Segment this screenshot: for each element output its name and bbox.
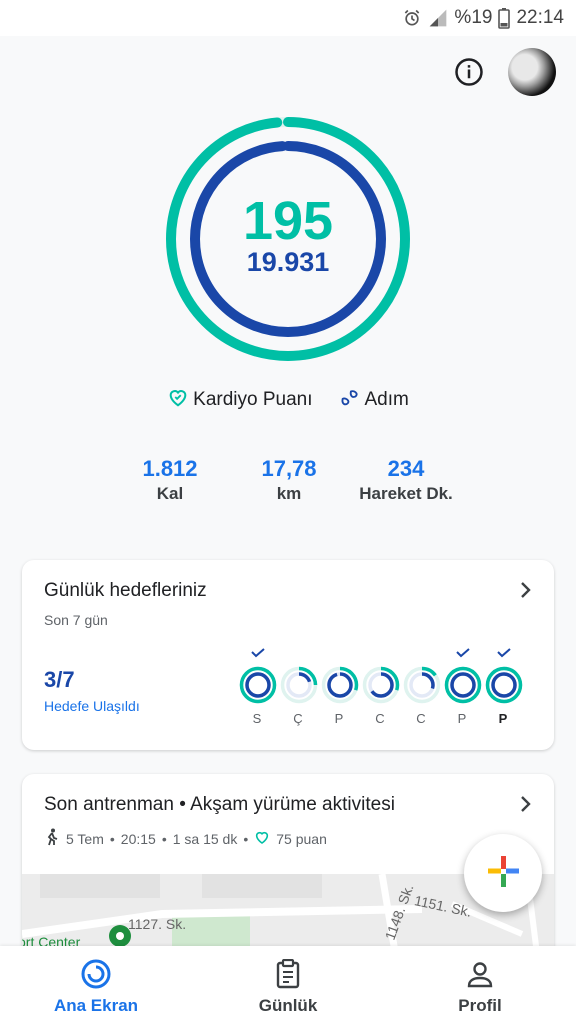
heart-icon: [167, 386, 189, 414]
workout-time: 20:15: [120, 830, 156, 847]
day-goal-4: C: [402, 648, 442, 728]
footsteps-icon: [339, 386, 361, 414]
activity-rings[interactable]: 195 19.931: [165, 116, 411, 362]
workout-duration: 1 sa 15 dk: [172, 830, 238, 847]
meta-separator: •: [243, 830, 249, 847]
steps-value: 19.931: [246, 247, 330, 278]
legend-steps-label: Adım: [364, 389, 409, 410]
battery-percent: %19: [454, 7, 493, 28]
day-goal-1: Ç: [279, 648, 319, 728]
check-icon: [497, 648, 511, 658]
card-title: Günlük hedefleriniz: [44, 580, 207, 601]
nav-home[interactable]: Ana Ekran: [26, 958, 166, 1016]
day-ring: [444, 666, 482, 704]
day-goal-5: P: [443, 648, 483, 728]
meta-separator: •: [161, 830, 167, 847]
week-days: SÇPCCPP: [238, 648, 538, 728]
day-label: C: [416, 711, 426, 726]
day-goal-3: C: [361, 648, 401, 728]
workout-meta: 5 Tem • 20:15 • 1 sa 15 dk • 75 puan: [44, 828, 327, 849]
nav-label: Ana Ekran: [53, 996, 139, 1015]
day-label: P: [498, 711, 508, 726]
day-ring: [403, 666, 441, 704]
map-street-label: 1127. Sk.: [128, 916, 187, 932]
day-ring: [280, 666, 318, 704]
ring-legend: Kardiyo Puanı Adım: [0, 386, 576, 414]
nav-profile[interactable]: Profil: [410, 958, 550, 1016]
day-ring: [321, 666, 359, 704]
stat-move-minutes: 234 Hareket Dk.: [336, 456, 476, 504]
chevron-right-icon[interactable]: [514, 792, 538, 816]
day-label: C: [375, 711, 385, 726]
card-subtitle: Son 7 gün: [44, 612, 108, 628]
day-ring: [485, 666, 523, 704]
day-label: S: [252, 711, 262, 726]
day-goal-2: P: [320, 648, 360, 728]
check-icon: [456, 648, 470, 658]
battery-icon: [498, 7, 511, 29]
nav-label: Günlük: [258, 996, 318, 1015]
walking-icon: [44, 828, 60, 849]
daily-goals-card[interactable]: Günlük hedefleriniz Son 7 gün 3/7 Hedefe…: [22, 560, 554, 750]
stat-value: 234: [387, 456, 425, 481]
cardio-points-value: 195: [242, 191, 334, 252]
day-goal-6: P: [484, 648, 524, 728]
journal-icon: [272, 958, 304, 990]
workout-date: 5 Tem: [66, 830, 104, 847]
info-icon[interactable]: [452, 55, 486, 89]
day-ring: [362, 666, 400, 704]
legend-steps[interactable]: Adım: [339, 386, 409, 414]
goal-caption: Hedefe Ulaşıldı: [44, 698, 140, 714]
heart-icon: [254, 829, 270, 848]
signal-icon: [428, 8, 448, 28]
profile-avatar[interactable]: [508, 48, 556, 96]
add-button[interactable]: [464, 834, 542, 912]
day-goal-0: S: [238, 648, 278, 728]
day-label: Ç: [293, 711, 303, 726]
home-ring-icon: [80, 958, 112, 990]
bottom-navigation: Ana Ekran Günlük Profil: [0, 946, 576, 1024]
chevron-right-icon[interactable]: [514, 578, 538, 602]
legend-cardio-points[interactable]: Kardiyo Puanı: [167, 386, 313, 414]
card-title: Son antrenman • Akşam yürüme aktivitesi: [44, 794, 395, 815]
workout-points: 75 puan: [276, 830, 327, 847]
daily-stats: 1.812 Kal 17,78 km 234 Hareket Dk.: [0, 456, 576, 516]
clock-time: 22:14: [516, 7, 564, 28]
goal-count: 3/7: [44, 667, 75, 692]
alarm-icon: [402, 8, 422, 28]
nav-label: Profil: [458, 996, 502, 1015]
nav-journal[interactable]: Günlük: [218, 958, 358, 1016]
add-icon: [486, 854, 520, 893]
day-label: P: [457, 711, 467, 726]
person-icon: [464, 958, 496, 990]
meta-separator: •: [109, 830, 115, 847]
check-icon: [251, 648, 265, 658]
header-actions: [452, 48, 556, 96]
day-ring: [239, 666, 277, 704]
stat-label: Hareket Dk.: [359, 484, 453, 504]
legend-cardio-label: Kardiyo Puanı: [193, 389, 313, 410]
day-label: P: [334, 711, 344, 726]
status-bar: %19 22:14: [0, 0, 576, 36]
